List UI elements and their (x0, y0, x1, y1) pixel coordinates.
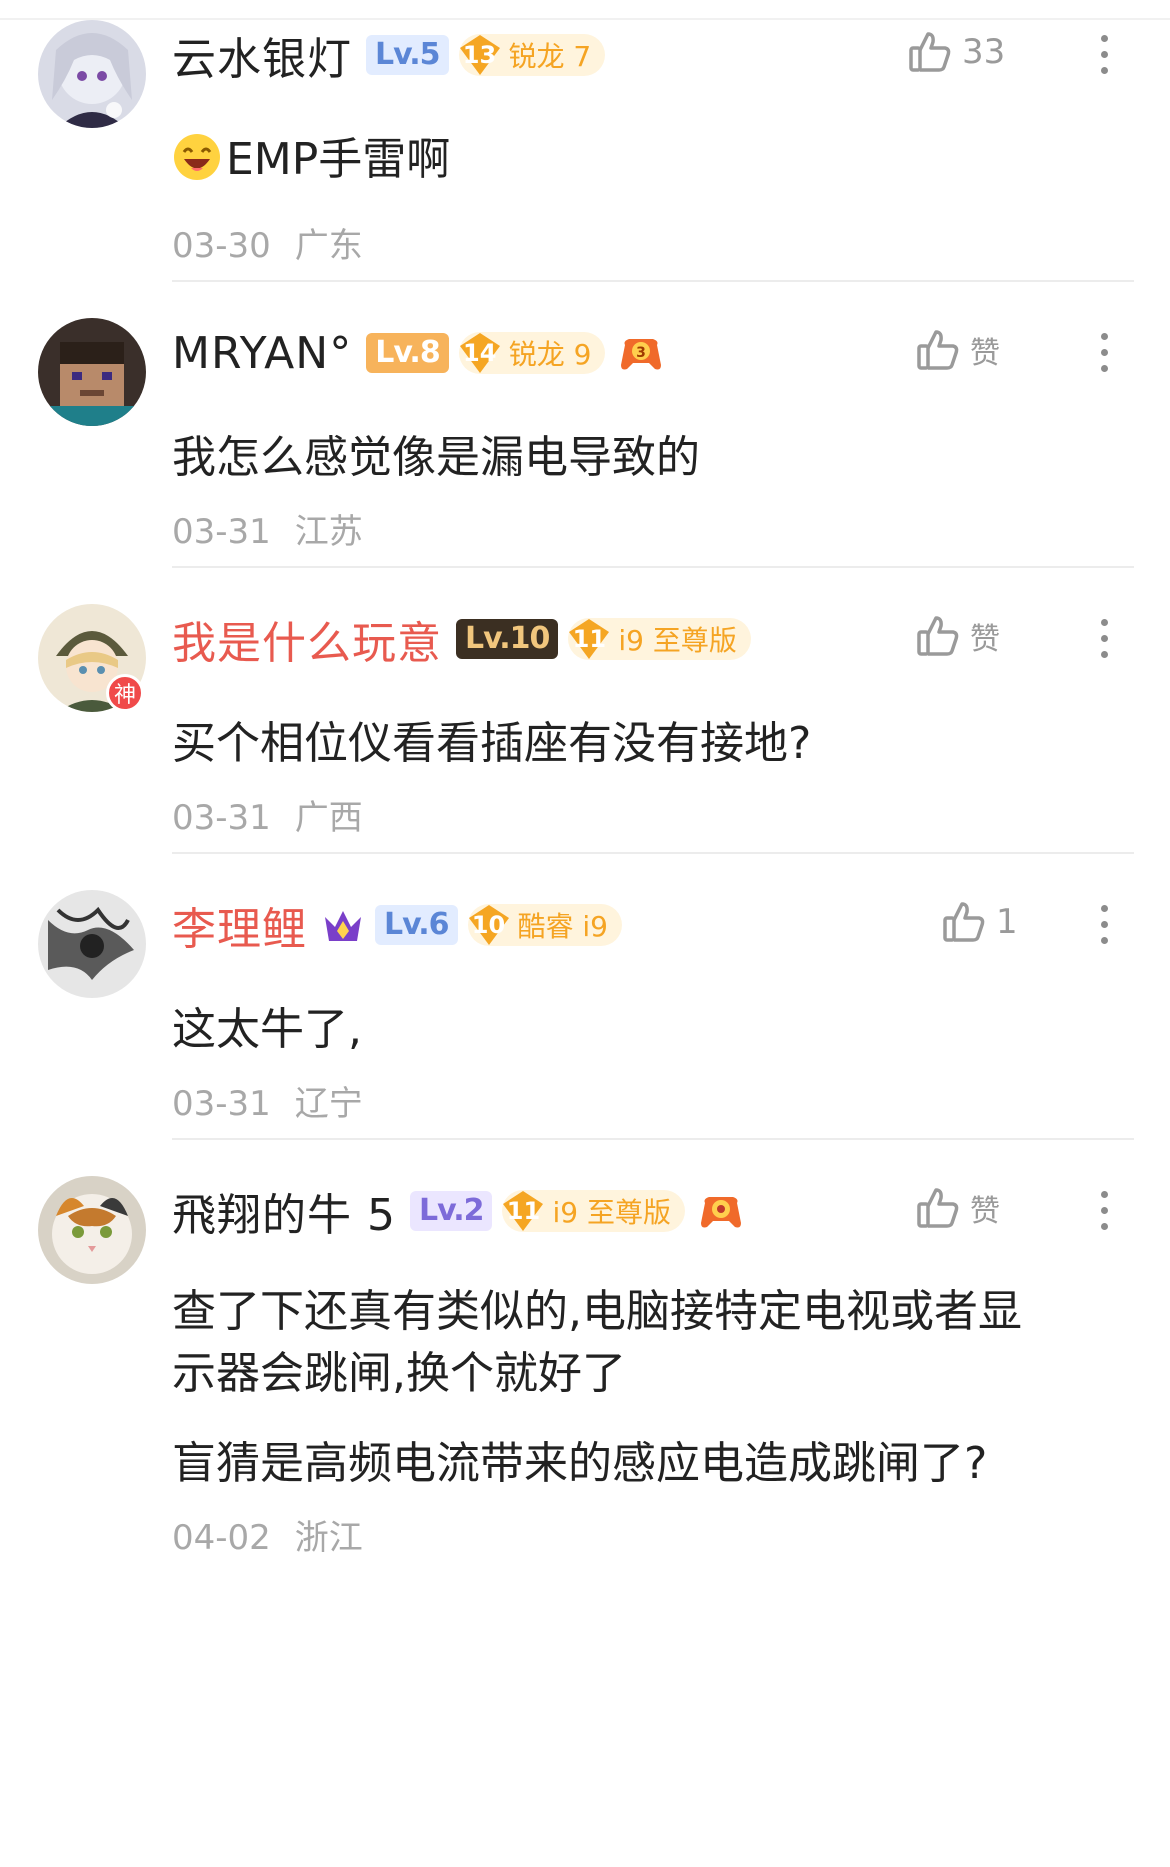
gamepad-badge-icon: 3 (621, 339, 662, 370)
like-count: 33 (962, 32, 1006, 72)
username[interactable]: 飛翔的牛 5 (172, 1179, 396, 1243)
comment-meta: 03-30 广东 (172, 218, 363, 267)
thumbs-up-icon (917, 616, 959, 656)
comment-header: 云水银灯 Lv.5 13 锐龙 7 (172, 30, 615, 85)
like-label: 赞 (970, 1194, 1000, 1229)
avatar[interactable] (38, 1176, 146, 1284)
comment-location: 江苏 (294, 512, 363, 552)
like-button[interactable]: 赞 (916, 1186, 1000, 1230)
fan-badge: 13 锐龙 7 (457, 32, 606, 78)
comment-location: 广西 (294, 798, 363, 838)
like-label: 赞 (970, 622, 1000, 657)
fan-level-icon: 14 (457, 330, 503, 376)
crown-icon (325, 911, 361, 941)
comment-location: 广东 (294, 226, 363, 266)
comment-meta: 04-02 浙江 (172, 1510, 363, 1559)
more-options-icon[interactable] (1094, 1186, 1114, 1236)
gamepad-badge-icon (700, 1197, 741, 1228)
comment-header: MRYAN° Lv.8 14 锐龙 9 3 (172, 328, 663, 379)
comment-header: 李理鲤 Lv.6 10 酷睿 i9 (172, 900, 632, 955)
like-label: 赞 (970, 336, 1000, 371)
comment-date: 03-31 (172, 798, 271, 838)
comment-text-line: 盲猜是高频电流带来的感应电造成跳闸了? (172, 1438, 988, 1489)
like-button[interactable]: 赞 (916, 328, 1000, 372)
comment-meta: 03-31 广西 (172, 790, 363, 839)
comment-date: 03-30 (172, 226, 271, 266)
divider (172, 280, 1134, 282)
more-options-icon[interactable] (1094, 614, 1114, 664)
more-options-icon[interactable] (1094, 900, 1114, 950)
thumbs-up-icon (917, 1188, 959, 1228)
level-badge: Lv.6 (375, 905, 458, 945)
avatar[interactable] (38, 318, 146, 426)
fan-label: i9 至尊版 (618, 624, 737, 657)
comment-text-line: 示器会跳闸,换个就好了 (172, 1348, 626, 1399)
thumbs-up-icon (943, 902, 985, 942)
comment-date: 03-31 (172, 512, 271, 552)
fan-badge: 11 i9 至尊版 (568, 618, 751, 660)
fan-level-icon: 11 (500, 1188, 546, 1234)
comment-text: 我怎么感觉像是漏电导致的 (172, 432, 700, 483)
svg-text:3: 3 (637, 345, 647, 361)
fan-level-icon: 13 (457, 32, 503, 78)
fan-level-icon: 10 (466, 902, 512, 948)
thumbs-up-icon (909, 32, 951, 72)
username[interactable]: 李理鲤 (172, 893, 307, 957)
like-button[interactable]: 1 (942, 900, 1018, 944)
username[interactable]: 云水银灯 (172, 23, 352, 87)
fan-badge: 11 i9 至尊版 (502, 1190, 685, 1232)
divider (172, 1138, 1134, 1140)
avatar[interactable] (38, 890, 146, 998)
comment-header: 飛翔的牛 5 Lv.2 11 i9 至尊版 (172, 1186, 743, 1241)
comment-text: EMP手雷啊 (226, 134, 451, 185)
fan-label: 锐龙 9 (508, 338, 592, 371)
fan-label: i9 至尊版 (552, 1196, 671, 1229)
comment-text-container: EMP手雷啊 (172, 126, 450, 194)
fan-label: 酷睿 i9 (517, 910, 609, 943)
fan-badge: 10 酷睿 i9 (466, 902, 622, 948)
level-badge: Lv.10 (456, 619, 559, 659)
like-button[interactable]: 33 (908, 30, 1005, 74)
like-button[interactable]: 赞 (916, 614, 1000, 658)
level-badge: Lv.8 (366, 333, 449, 373)
divider (172, 852, 1134, 854)
avatar[interactable] (38, 20, 146, 128)
comment-text-line: 查了下还真有类似的,电脑接特定电视或者显 (172, 1286, 1022, 1337)
thumbs-up-icon (917, 330, 959, 370)
laughing-emoji-icon (174, 134, 220, 180)
like-count: 1 (996, 902, 1018, 942)
comment-date: 04-02 (172, 1518, 271, 1558)
comment-text: 买个相位仪看看插座有没有接地? (172, 718, 812, 769)
username[interactable]: MRYAN° (172, 328, 352, 379)
comment-header: 我是什么玩意 Lv.10 11 i9 至尊版 (172, 614, 761, 669)
divider (172, 566, 1134, 568)
god-badge: 神 (106, 674, 144, 712)
fan-label: 锐龙 7 (508, 40, 592, 73)
level-badge: Lv.2 (409, 1191, 493, 1231)
more-options-icon[interactable] (1094, 328, 1114, 378)
username[interactable]: 我是什么玩意 (172, 607, 442, 671)
comment-text: 这太牛了, (172, 1004, 362, 1055)
comment-location: 浙江 (294, 1518, 363, 1558)
comment-date: 03-31 (172, 1084, 271, 1124)
level-badge: Lv.5 (366, 35, 449, 75)
fan-badge: 14 锐龙 9 (457, 330, 606, 376)
top-divider (0, 18, 1170, 20)
comment-location: 辽宁 (294, 1084, 363, 1124)
comment-meta: 03-31 辽宁 (172, 1076, 363, 1125)
comment-meta: 03-31 江苏 (172, 504, 363, 553)
fan-level-icon: 11 (566, 616, 612, 662)
more-options-icon[interactable] (1094, 30, 1114, 80)
